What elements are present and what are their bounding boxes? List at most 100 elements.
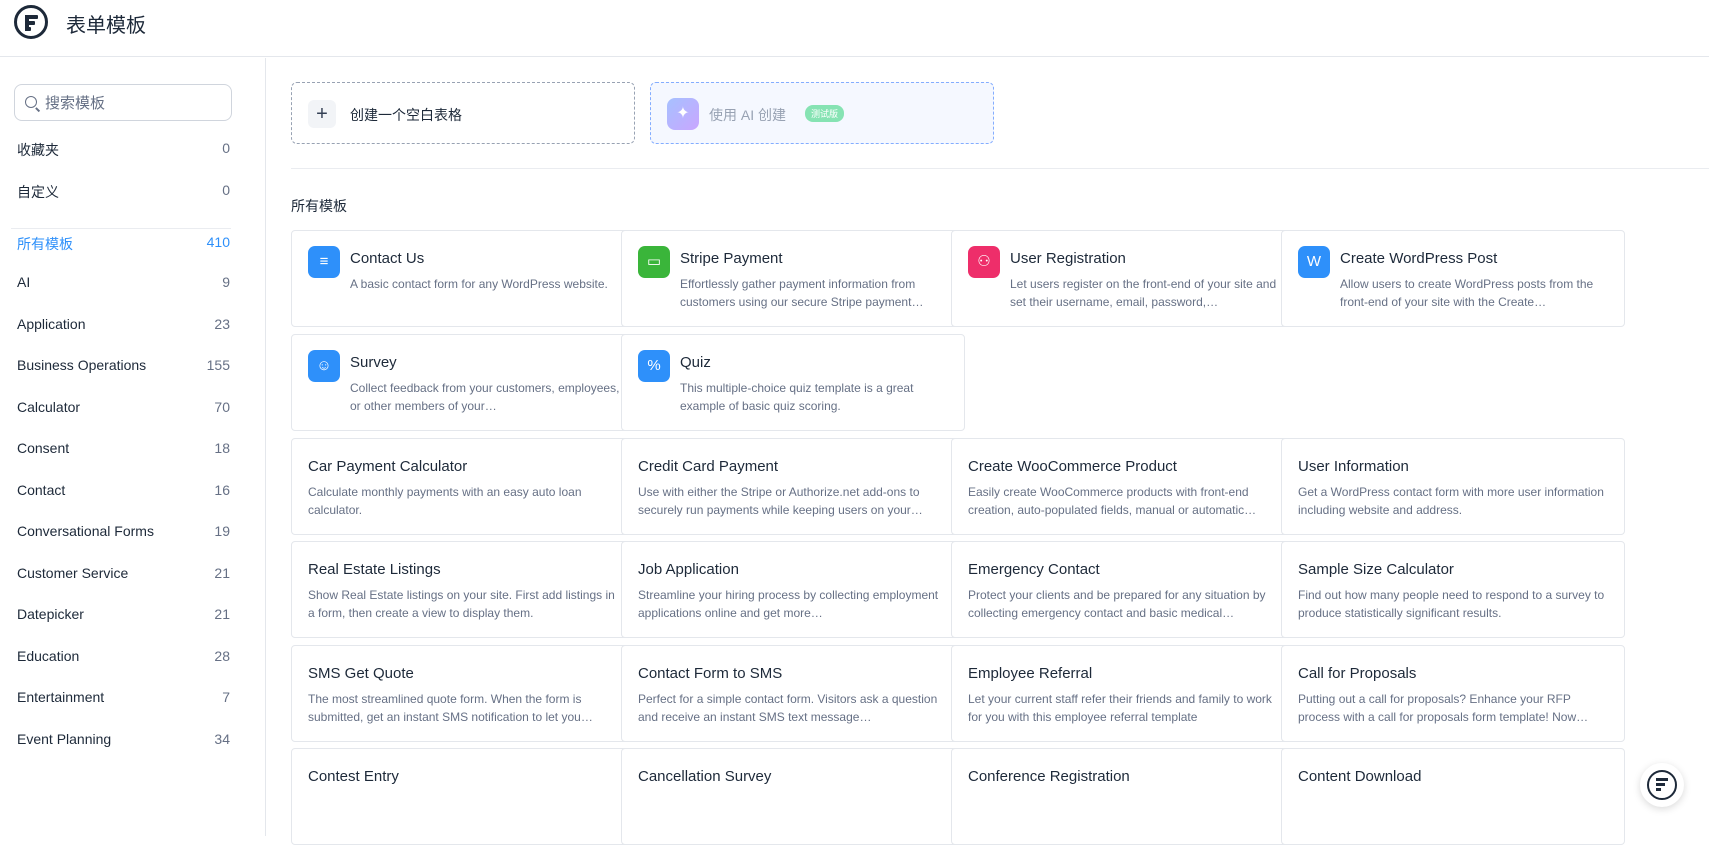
sidebar-category-item[interactable]: Business Operations 155 <box>17 357 230 379</box>
template-card[interactable]: % Quiz This multiple-choice quiz template … <box>621 334 965 431</box>
category-label: Conversational Forms <box>17 523 154 539</box>
category-count: 23 <box>214 316 230 332</box>
template-description: This multiple-choice quiz template is a … <box>680 381 914 413</box>
sidebar-category-item[interactable]: Datepicker 21 <box>17 606 230 628</box>
template-card[interactable]: W Create WordPress Post Allow users to cre… <box>1281 230 1625 327</box>
template-card[interactable]: Credit Card Payment Use with either the S… <box>621 438 965 535</box>
top-bar: 表单模板 <box>0 0 1709 57</box>
category-count: 9 <box>222 274 230 290</box>
search-box[interactable] <box>14 84 232 121</box>
template-card[interactable]: Real Estate Listings Show Real Estate lis… <box>291 541 635 638</box>
formidable-logo-icon[interactable] <box>14 5 48 39</box>
category-label: Consent <box>17 440 70 456</box>
template-description: Calculate monthly payments with an easy … <box>308 485 582 517</box>
main-content: + 创建一个空白表格 ✦ 使用 AI 创建 测试版 所有模板 ≡ Contact … <box>267 58 1709 845</box>
template-card[interactable]: SMS Get Quote The most streamlined quote … <box>291 645 635 742</box>
create-ai-label: 使用 AI 创建 <box>709 107 787 123</box>
template-card[interactable]: Employee Referral Let your current staff … <box>951 645 1295 742</box>
template-card[interactable]: ≡ Contact Us A basic contact form for any … <box>291 230 635 327</box>
category-label: Business Operations <box>17 357 147 373</box>
template-card[interactable]: Contact Form to SMS Perfect for a simple … <box>621 645 965 742</box>
category-count: 28 <box>214 648 230 664</box>
template-name: User Registration <box>1010 250 1126 267</box>
search-icon <box>25 96 37 108</box>
sidebar-category-item[interactable]: 自定义 0 <box>17 182 230 204</box>
category-label: AI <box>17 274 31 290</box>
template-description: Putting out a call for proposals? Enhanc… <box>1298 692 1589 724</box>
plus-icon: + <box>308 100 336 128</box>
create-with-ai-button[interactable]: ✦ 使用 AI 创建 测试版 <box>650 82 994 144</box>
template-card[interactable]: Job Application Streamline your hiring pr… <box>621 541 965 638</box>
formidable-help-button[interactable] <box>1640 763 1684 807</box>
template-name: Credit Card Payment <box>638 458 779 475</box>
sidebar-category-item[interactable]: Application 23 <box>17 316 230 338</box>
template-card[interactable]: Conference Registration <box>951 748 1295 845</box>
template-name: User Information <box>1298 458 1409 475</box>
template-card[interactable]: Contest Entry <box>291 748 635 845</box>
section-divider <box>291 168 1709 169</box>
category-label: 收藏夹 <box>17 142 59 158</box>
template-card[interactable]: Content Download <box>1281 748 1625 845</box>
template-card[interactable]: Emergency Contact Protect your clients an… <box>951 541 1295 638</box>
template-description <box>638 793 950 829</box>
category-label: Application <box>17 316 86 332</box>
wordpress-icon: W <box>1298 246 1330 278</box>
beta-badge: 测试版 <box>805 105 845 122</box>
template-description: Effortlessly gather payment information … <box>680 277 924 309</box>
template-name: Sample Size Calculator <box>1298 561 1454 578</box>
template-name: Content Download <box>1298 768 1422 785</box>
category-label: Entertainment <box>17 689 105 705</box>
category-count: 0 <box>222 182 230 198</box>
template-name: Real Estate Listings <box>308 561 441 578</box>
template-card[interactable]: Car Payment Calculator Calculate monthly … <box>291 438 635 535</box>
template-card[interactable]: Call for Proposals Putting out a call for… <box>1281 645 1625 742</box>
template-card[interactable]: Cancellation Survey <box>621 748 965 845</box>
sidebar-category-item[interactable]: Customer Service 21 <box>17 565 230 587</box>
template-name: Call for Proposals <box>1298 665 1417 682</box>
template-card[interactable]: Create WooCommerce Product Easily create … <box>951 438 1295 535</box>
template-description: The most streamlined quote form. When th… <box>308 692 593 724</box>
template-name: Cancellation Survey <box>638 768 772 785</box>
template-card[interactable]: ▭ Stripe Payment Effortlessly gather payme… <box>621 230 965 327</box>
category-label: Event Planning <box>17 731 112 747</box>
template-name: Conference Registration <box>968 768 1130 785</box>
template-card[interactable]: User Information Get a WordPress contact … <box>1281 438 1625 535</box>
list-icon: ≡ <box>308 246 340 278</box>
template-card[interactable]: Sample Size Calculator Find out how many … <box>1281 541 1625 638</box>
template-name: Survey <box>350 354 397 371</box>
category-count: 19 <box>214 523 230 539</box>
sidebar-category-item[interactable]: Event Planning 34 <box>17 731 230 753</box>
sidebar-category-item[interactable]: 所有模板 410 <box>17 234 230 256</box>
sidebar-category-item[interactable]: Calculator 70 <box>17 399 230 421</box>
credit-card-icon: ▭ <box>638 246 670 278</box>
template-name: Create WordPress Post <box>1340 250 1498 267</box>
category-sidebar: 收藏夹 0 自定义 0 所有模板 410 AI 9 Application 23 Business … <box>0 58 266 836</box>
sidebar-category-item[interactable]: Conversational Forms 19 <box>17 523 230 545</box>
category-label: Education <box>17 648 80 664</box>
template-description: Show Real Estate listings on your site. … <box>308 588 615 620</box>
sidebar-category-item[interactable]: AI 9 <box>17 274 230 296</box>
category-label: Customer Service <box>17 565 129 581</box>
category-count: 7 <box>222 689 230 705</box>
category-count: 34 <box>214 731 230 747</box>
sidebar-category-item[interactable]: 收藏夹 0 <box>17 140 230 162</box>
template-name: Create WooCommerce Product <box>968 458 1177 475</box>
template-card[interactable]: ⚇ User Registration Let users register on … <box>951 230 1295 327</box>
template-description: Let users register on the front-end of y… <box>1010 277 1277 309</box>
create-blank-label: 创建一个空白表格 <box>350 107 462 123</box>
category-label: Contact <box>17 482 66 498</box>
template-description: Perfect for a simple contact form. Visit… <box>638 692 938 724</box>
create-blank-form-button[interactable]: + 创建一个空白表格 <box>291 82 635 144</box>
template-description <box>308 793 620 829</box>
sidebar-category-item[interactable]: Education 28 <box>17 648 230 670</box>
sidebar-divider <box>11 228 231 229</box>
search-input[interactable] <box>45 89 225 117</box>
page-title: 表单模板 <box>66 15 146 37</box>
section-title: 所有模板 <box>291 198 347 214</box>
template-description: Use with either the Stripe or Authorize.… <box>638 485 923 517</box>
sidebar-category-item[interactable]: Consent 18 <box>17 440 230 462</box>
sidebar-category-item[interactable]: Entertainment 7 <box>17 689 230 711</box>
template-card[interactable]: ☺ Survey Collect feedback from your custom… <box>291 334 635 431</box>
template-description: Collect feedback from your customers, em… <box>350 381 620 413</box>
sidebar-category-item[interactable]: Contact 16 <box>17 482 230 504</box>
